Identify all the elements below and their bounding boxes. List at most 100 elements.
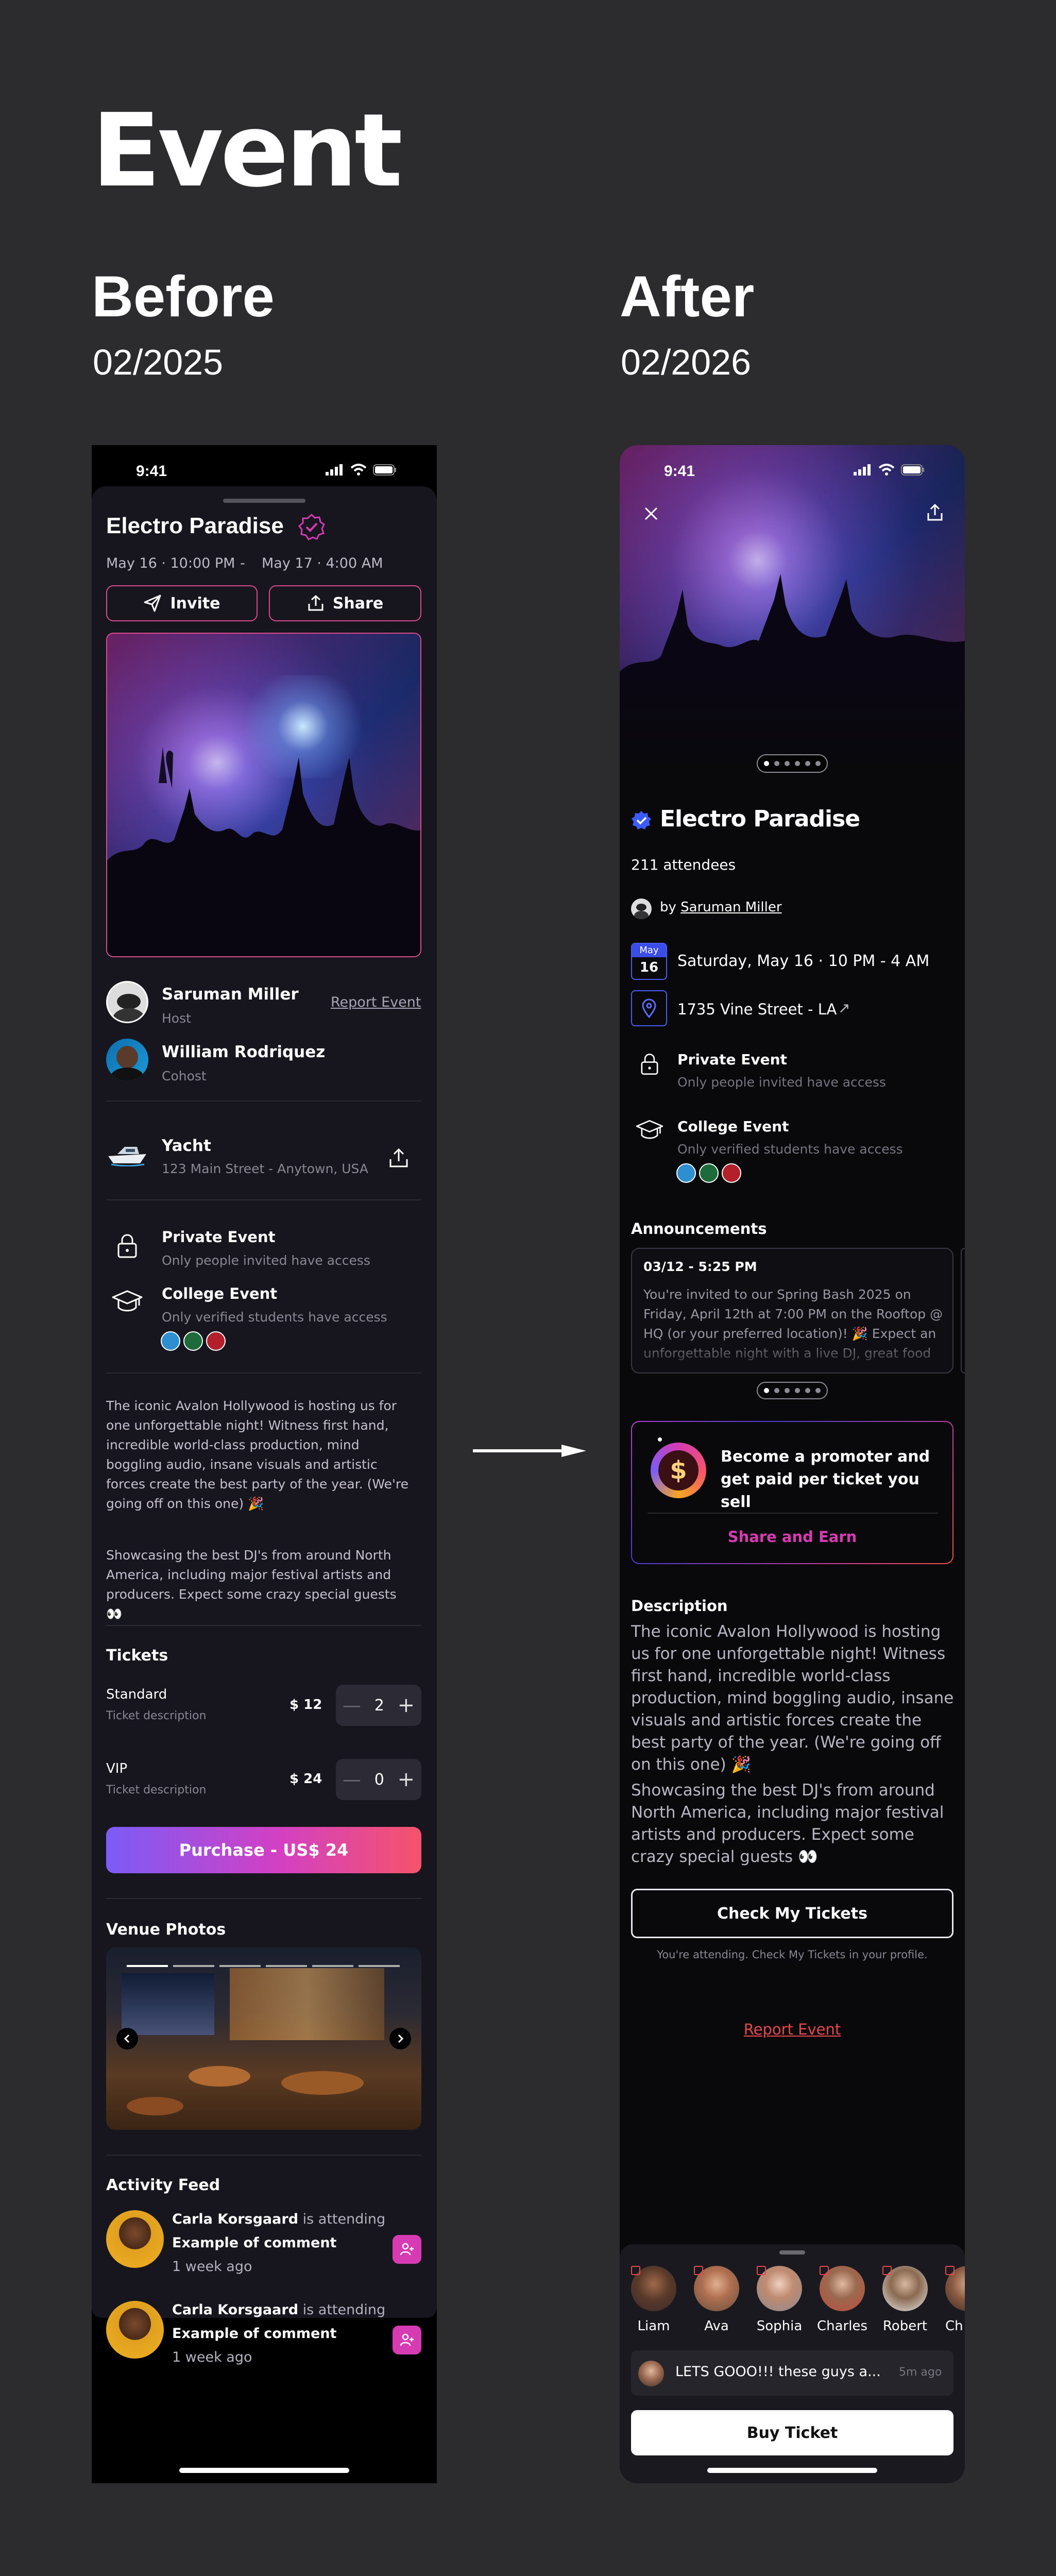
- divider: [106, 1100, 421, 1101]
- check-my-tickets-button[interactable]: Check My Tickets: [631, 1889, 953, 1938]
- report-event-link[interactable]: Report Event: [331, 994, 421, 1010]
- private-event-title: Private Event: [677, 1051, 787, 1068]
- college-event-sub: Only verified students have access: [677, 1142, 903, 1157]
- verified-badge-icon: [298, 513, 325, 540]
- status-icons: [854, 464, 925, 476]
- panel-grabber[interactable]: [779, 2250, 805, 2255]
- report-event-link[interactable]: Report Event: [620, 2021, 965, 2038]
- status-time: 9:41: [664, 463, 695, 480]
- ticket-vip-desc: Ticket description: [106, 1784, 207, 1797]
- arrow-right-icon: [473, 1445, 586, 1457]
- attendee-count[interactable]: 211 attendees: [631, 856, 736, 873]
- wifi-icon: [350, 464, 367, 476]
- ticket-standard-name: Standard: [106, 1687, 167, 1702]
- cohost-name[interactable]: William Rodriquez: [162, 1043, 325, 1061]
- date-separator: -: [240, 555, 245, 571]
- divider: [106, 1625, 421, 1626]
- chevron-right-icon[interactable]: [389, 2028, 411, 2049]
- description-text-2: Showcasing the best DJ's from around Nor…: [631, 1781, 944, 1866]
- purchase-button[interactable]: Purchase - US$ 24: [106, 1827, 421, 1873]
- close-icon[interactable]: [642, 505, 660, 522]
- divider: [106, 1372, 421, 1374]
- school-badge-icon: [722, 1163, 741, 1183]
- lock-icon: [641, 1054, 658, 1075]
- carousel-indicator: [266, 1965, 307, 1967]
- calendar-day: 16: [639, 960, 659, 975]
- venue-photo-carousel[interactable]: [106, 1947, 421, 2130]
- share-and-earn-button[interactable]: Share and Earn: [632, 1528, 952, 1546]
- battery-icon: [373, 464, 396, 476]
- feed-action: is attending: [302, 2211, 386, 2227]
- description-text-1: The iconic Avalon Hollywood is hosting u…: [631, 1622, 954, 1774]
- private-event-sub: Only people invited have access: [162, 1253, 370, 1268]
- school-badge-icon: [676, 1163, 696, 1183]
- crowd-silhouette: [107, 747, 420, 956]
- add-friend-button[interactable]: [393, 2326, 421, 2354]
- decrement-button[interactable]: —: [343, 1769, 361, 1790]
- feed-line: Carla Korsgaard is attending: [172, 2211, 385, 2227]
- add-friend-button[interactable]: [393, 2235, 421, 2264]
- event-datetime[interactable]: Saturday, May 16 · 10 PM - 4 AM: [677, 952, 929, 970]
- announcement-card[interactable]: 03/12 - 5:25 PM You're invited to our Sp…: [631, 1248, 953, 1374]
- home-indicator: [707, 2468, 877, 2473]
- host-avatar[interactable]: [106, 981, 148, 1023]
- school-badge-icon: [820, 2266, 829, 2275]
- upload-icon[interactable]: [387, 1147, 410, 1170]
- activity-feed-title: Activity Feed: [106, 2176, 220, 2194]
- increment-button[interactable]: +: [398, 1768, 415, 1791]
- announcement-date: 03/12 - 5:25 PM: [643, 1259, 757, 1274]
- lock-icon: [117, 1234, 137, 1258]
- feed-user-name[interactable]: Carla Korsgaard: [172, 2302, 298, 2318]
- user-plus-icon: [400, 2333, 414, 2346]
- feed-time: 1 week ago: [172, 2259, 252, 2275]
- host-avatar[interactable]: [631, 899, 652, 919]
- coin-icon: $: [651, 1443, 706, 1498]
- external-link-icon[interactable]: ↗: [838, 999, 850, 1016]
- calendar-month: May: [632, 944, 666, 957]
- battery-icon: [901, 464, 924, 476]
- school-badge-icon: [945, 2266, 955, 2275]
- share-button[interactable]: Share: [269, 585, 421, 621]
- ticket-standard-price: $ 12: [289, 1697, 322, 1713]
- event-end: May 17 · 4:00 AM: [262, 555, 383, 571]
- promoter-title: Become a promoter and get paid per ticke…: [721, 1448, 930, 1511]
- host-name[interactable]: Saruman Miller: [680, 900, 781, 915]
- venue-photos-title: Venue Photos: [106, 1921, 226, 1939]
- status-icons: [326, 464, 397, 476]
- feed-avatar[interactable]: [106, 2210, 164, 2268]
- decrement-button[interactable]: —: [343, 1695, 361, 1716]
- event-address[interactable]: 1735 Vine Street - LA: [677, 1001, 837, 1018]
- signal-icon: [854, 464, 871, 476]
- school-badge-icon: [882, 2266, 892, 2275]
- attendee-name: Liam: [637, 2318, 670, 2334]
- increment-button[interactable]: +: [398, 1693, 415, 1717]
- divider: [106, 1898, 421, 1899]
- invite-button[interactable]: Invite: [106, 585, 258, 621]
- school-badge-icon: [699, 1163, 719, 1183]
- share-icon[interactable]: [926, 503, 944, 522]
- user-plus-icon: [400, 2243, 414, 2256]
- school-badge-icon: [631, 2266, 640, 2275]
- sheet-grabber[interactable]: [223, 499, 305, 503]
- chat-preview[interactable]: LETS GOOO!!! these guys a... 5m ago: [631, 2350, 953, 2396]
- location-pin-icon: [631, 990, 667, 1026]
- chat-time: 5m ago: [899, 2366, 942, 2379]
- buy-ticket-button[interactable]: Buy Ticket: [631, 2410, 953, 2455]
- promoter-card: $ Become a promoter and get paid per tic…: [631, 1421, 953, 1564]
- host-name[interactable]: Saruman Miller: [162, 985, 299, 1004]
- chat-avatar: [638, 2361, 664, 2386]
- attendee-name: Charles: [816, 2318, 868, 2334]
- cohost-role: Cohost: [162, 1069, 207, 1083]
- verified-badge-icon: [632, 811, 651, 829]
- cohost-avatar[interactable]: [106, 1039, 148, 1081]
- bottom-panel: Liam Ava Sophia Charles Robert Ch LETS G…: [620, 2244, 965, 2483]
- feed-avatar[interactable]: [106, 2301, 164, 2359]
- feed-user-name[interactable]: Carla Korsgaard: [172, 2211, 298, 2227]
- signal-icon: [326, 464, 343, 476]
- school-badges: [161, 1331, 226, 1351]
- description-title: Description: [631, 1597, 728, 1615]
- chevron-left-icon[interactable]: [116, 2028, 138, 2049]
- school-badges: [676, 1163, 741, 1183]
- home-indicator: [179, 2468, 349, 2473]
- tickets-title: Tickets: [106, 1647, 168, 1665]
